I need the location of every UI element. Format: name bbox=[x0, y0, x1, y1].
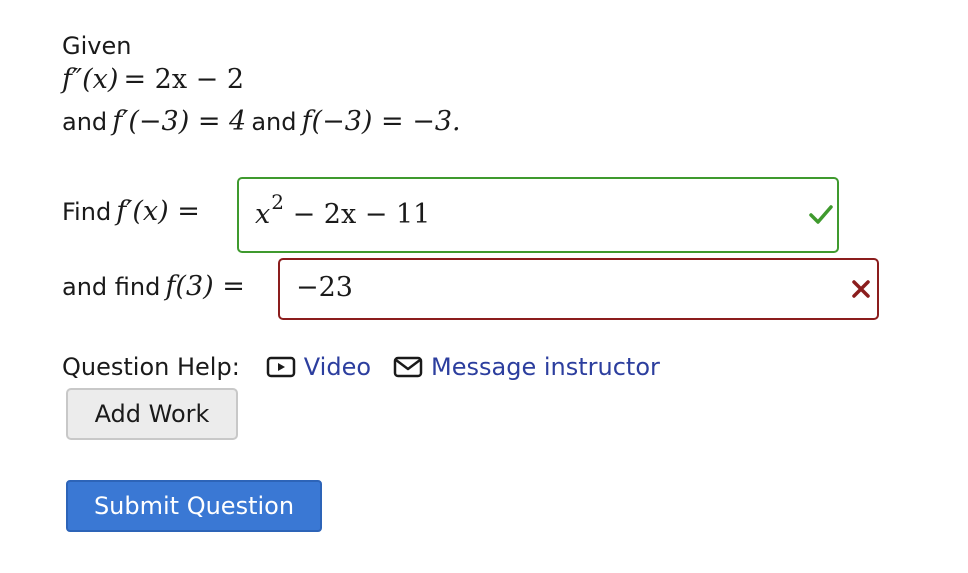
find-function-value-prompt: and find f(3) = bbox=[62, 273, 245, 300]
question-help-label: Question Help: bbox=[62, 353, 240, 381]
function-value-answer-value: −23 bbox=[296, 272, 353, 303]
first-derivative-answer-field[interactable]: x2 − 2x − 11 bbox=[237, 177, 839, 253]
submit-question-button[interactable]: Submit Question bbox=[66, 480, 322, 532]
find-word: Find bbox=[62, 198, 112, 226]
message-instructor-label: Message instructor bbox=[431, 353, 660, 381]
video-link-label: Video bbox=[303, 353, 372, 381]
correct-check-icon bbox=[809, 205, 833, 224]
initial-conditions: and f′(−3) = 4 and f(−3) = −3. bbox=[62, 108, 461, 135]
second-derivative-equation: f″(x) = 2x − 2 bbox=[62, 66, 244, 93]
second-derivative-rhs: = 2x − 2 bbox=[123, 64, 245, 95]
message-instructor-link[interactable]: Message instructor bbox=[393, 353, 660, 381]
second-derivative-lhs: f″(x) bbox=[62, 64, 119, 95]
function-condition: f(−3) = −3. bbox=[301, 106, 461, 137]
answer-exponent: 2 bbox=[271, 190, 284, 214]
function-value-answer-field[interactable]: −23 bbox=[278, 258, 879, 320]
first-derivative-lhs: f′(x) = bbox=[116, 196, 200, 227]
video-link[interactable]: Video bbox=[266, 353, 371, 381]
find-first-derivative-prompt: Find f′(x) = bbox=[62, 198, 200, 225]
answer-rest: − 2x − 11 bbox=[292, 199, 431, 230]
first-derivative-condition: f′(−3) = 4 bbox=[112, 106, 247, 137]
first-derivative-answer-value: x2 − 2x − 11 bbox=[255, 190, 431, 230]
conditions-and-2: and bbox=[251, 108, 297, 136]
and-find-word: and find bbox=[62, 273, 161, 301]
incorrect-cross-icon bbox=[852, 280, 870, 298]
question-help-row: Question Help: Video Message instructor bbox=[62, 351, 660, 383]
play-video-icon bbox=[266, 356, 296, 378]
function-value-lhs: f(3) = bbox=[165, 271, 245, 302]
envelope-icon bbox=[393, 356, 423, 378]
conditions-and-1: and bbox=[62, 108, 108, 136]
answer-base: x bbox=[255, 199, 271, 230]
add-work-button[interactable]: Add Work bbox=[66, 388, 238, 440]
given-label: Given bbox=[62, 32, 132, 60]
